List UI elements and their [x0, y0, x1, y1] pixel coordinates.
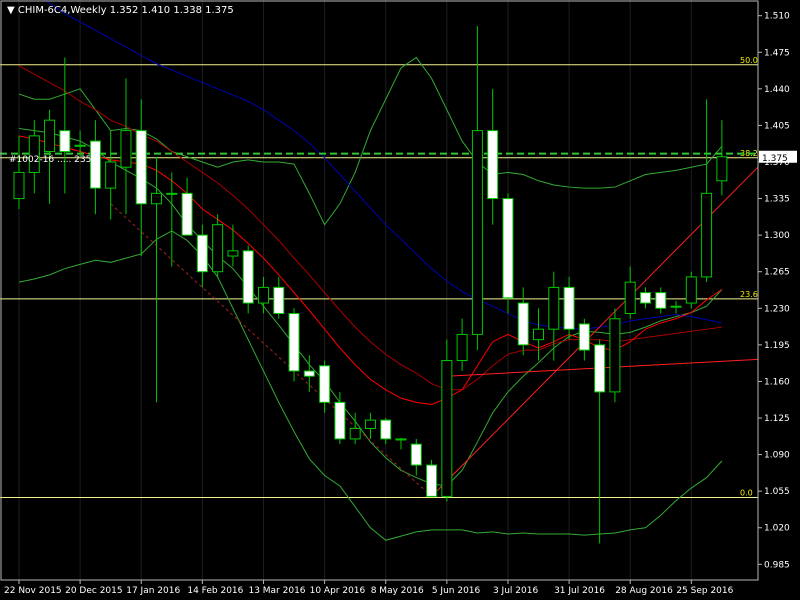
candle-body: [670, 305, 682, 308]
y-tick-label: 1.510: [764, 12, 790, 22]
candle-body: [578, 323, 590, 351]
x-tick-label: 10 Apr 2016: [310, 586, 366, 596]
candle-body: [594, 344, 606, 393]
overlay-label: #1002-16 ..... 2355: [9, 155, 97, 165]
price-badge: 1.375: [762, 154, 788, 164]
candle-body: [380, 419, 392, 440]
chart-background: [0, 0, 800, 600]
candle-body: [624, 281, 636, 315]
chart-canvas: 50.038.223.60.0 1.5101.4751.4401.4051.37…: [0, 0, 800, 600]
y-tick-label: 1.335: [764, 195, 790, 205]
candle-body: [639, 292, 651, 304]
candle-body: [471, 130, 483, 335]
y-tick-label: 1.405: [764, 121, 790, 131]
y-tick-label: 1.090: [764, 451, 790, 461]
x-tick-label: 22 Nov 2015: [4, 586, 62, 596]
candle-body: [166, 192, 178, 195]
chart-header: ▼ CHIM-6C4,Weekly 1.352 1.410 1.338 1.37…: [7, 5, 234, 16]
candle: [441, 339, 453, 502]
candle-body: [716, 156, 728, 182]
candle-body: [44, 119, 56, 153]
candle-body: [13, 171, 25, 200]
x-tick-label: 25 Sep 2016: [676, 586, 733, 596]
x-tick-label: 31 Jul 2016: [554, 586, 605, 596]
candle-body: [196, 234, 208, 273]
candle-body: [212, 224, 224, 273]
y-tick-label: 1.195: [764, 341, 790, 351]
candle-body: [655, 292, 667, 309]
candle-body: [319, 365, 331, 403]
candle-body: [410, 443, 422, 466]
y-tick-label: 1.300: [764, 231, 790, 241]
candle: [288, 308, 300, 382]
x-tick-label: 14 Feb 2016: [187, 586, 243, 596]
candle-body: [533, 328, 545, 341]
y-tick-label: 1.125: [764, 414, 790, 424]
x-tick-label: 28 Aug 2016: [615, 586, 673, 596]
candle-body: [487, 130, 499, 200]
fib-label: 0.0: [740, 488, 753, 497]
y-tick-label: 1.055: [764, 487, 790, 497]
candle-body: [685, 276, 697, 304]
candle: [502, 193, 514, 314]
candle-body: [701, 192, 713, 278]
candle-body: [257, 286, 269, 304]
candle-body: [364, 419, 376, 429]
candle-body: [273, 286, 285, 315]
candle: [685, 271, 697, 309]
candle-body: [395, 438, 407, 441]
candle-body: [349, 427, 361, 440]
candle-body: [181, 192, 193, 236]
x-tick-label: 17 Jan 2016: [126, 586, 180, 596]
fib-label: 50.0: [740, 56, 758, 65]
x-tick-label: 5 Jun 2016: [432, 586, 481, 596]
candle-body: [517, 302, 529, 346]
y-tick-label: 1.475: [764, 48, 790, 58]
candle-body: [242, 250, 254, 304]
x-tick-label: 13 Mar 2016: [248, 586, 305, 596]
candle-body: [563, 286, 575, 330]
candle-body: [59, 130, 71, 153]
candle-body: [426, 464, 438, 497]
y-tick-label: 1.440: [764, 85, 790, 95]
candle-body: [135, 130, 147, 205]
y-tick-label: 1.160: [764, 377, 790, 387]
candle: [426, 459, 438, 497]
y-tick-label: 1.020: [764, 524, 790, 534]
candle-body: [609, 318, 621, 393]
y-tick-label: 1.265: [764, 268, 790, 278]
candle-body: [105, 161, 117, 189]
x-tick-label: 8 May 2016: [371, 586, 424, 596]
candle-body: [334, 401, 346, 440]
candle-body: [441, 360, 453, 497]
x-tick-label: 3 Jul 2016: [493, 586, 538, 596]
candle-body: [456, 333, 468, 362]
candle-body: [227, 250, 239, 257]
candle: [242, 245, 254, 314]
candle-body: [120, 130, 132, 168]
candle-body: [548, 286, 560, 330]
candle-body: [288, 313, 300, 372]
candle-body: [303, 370, 315, 377]
candle-body: [502, 198, 514, 299]
candle-body: [151, 192, 163, 205]
fib-label: 23.6: [740, 290, 758, 299]
candle: [609, 308, 621, 403]
x-tick-label: 20 Dec 2015: [65, 586, 123, 596]
y-tick-label: 1.230: [764, 304, 790, 314]
y-tick-label: 0.985: [764, 560, 790, 570]
candle-body: [74, 144, 86, 147]
